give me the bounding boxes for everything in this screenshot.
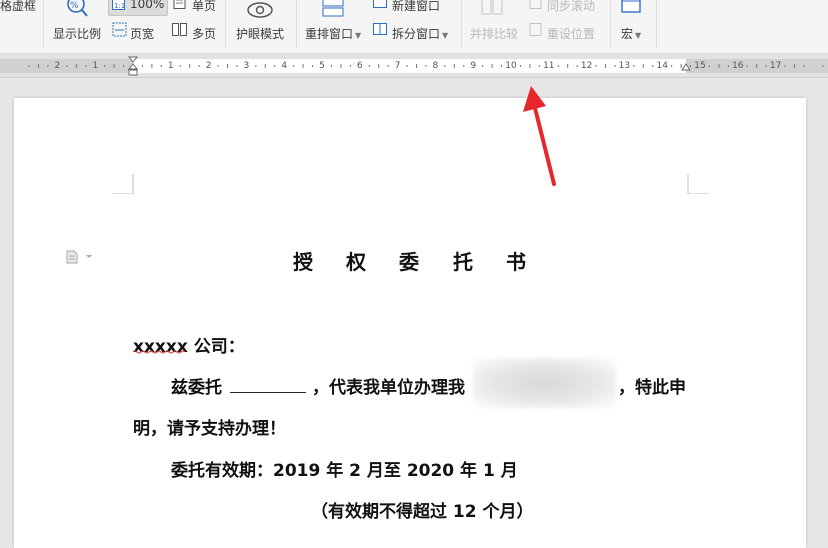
delegate-blank[interactable] — [230, 378, 306, 393]
grid-frame-label[interactable]: 格虚框 — [0, 0, 36, 14]
new-window-button[interactable]: 新建窗口 — [392, 0, 440, 14]
rearrange-window-button[interactable]: 重排窗口 ▼ — [305, 25, 361, 42]
reset-position-button[interactable]: 重设位置 — [547, 25, 595, 42]
zoom-100-icon: 1:1 — [112, 0, 125, 10]
ruler-tick-label: 2 — [206, 61, 212, 71]
toolbar-separator — [43, 0, 44, 48]
toolbar-separator — [656, 0, 657, 48]
company-name-placeholder: xxxxx — [133, 337, 188, 357]
ruler-tick-label: 15 — [694, 61, 705, 71]
sync-scroll-icon — [529, 0, 542, 9]
ruler-tick-label: 17 — [770, 61, 781, 71]
split-window-label: 拆分窗口 — [392, 27, 441, 41]
rearrange-window-icon — [322, 0, 344, 17]
side-by-side-icon — [481, 0, 503, 15]
paragraph-layout-icon[interactable] — [66, 250, 94, 264]
single-page-icon — [173, 0, 186, 9]
svg-text:%: % — [70, 1, 79, 11]
ruler-tick-label: 16 — [732, 61, 744, 71]
sync-scroll-button[interactable]: 同步滚动 — [547, 0, 595, 14]
title-char: 授 — [293, 250, 313, 274]
red-arrow-annotation — [523, 86, 556, 186]
new-window-icon — [373, 0, 387, 8]
right-indent-marker[interactable] — [681, 62, 692, 72]
ruler-tick-label: 7 — [395, 61, 401, 71]
ruler-tick-label: 3 — [244, 61, 250, 71]
body-line-1: 兹委托 ，代表我单位办理我 — [171, 373, 465, 398]
margin-corner-top-right — [687, 174, 709, 194]
eye-care-icon[interactable] — [245, 0, 275, 20]
ruler-tick-label: 1 — [92, 61, 98, 71]
body-line-1-c: ，特此申 — [618, 378, 686, 398]
single-page-button[interactable]: 单页 — [192, 0, 216, 14]
ruler-tick-label: 12 — [581, 61, 592, 71]
svg-text:1:1: 1:1 — [114, 2, 125, 10]
rearrange-window-label: 重排窗口 — [305, 27, 354, 41]
spellcheck-squiggle — [133, 350, 186, 354]
macro-button[interactable]: 宏 ▼ — [621, 25, 641, 42]
body-line-1-a: 兹委托 — [171, 378, 222, 398]
toolbar-separator — [225, 0, 226, 48]
chevron-down-icon: ▼ — [442, 31, 449, 40]
page-width-icon — [112, 22, 127, 37]
redacted-region — [473, 358, 616, 408]
macro-label: 宏 — [621, 27, 634, 41]
body-line-1-b: ，代表我单位办理我 — [312, 378, 465, 398]
toolbar-separator — [296, 0, 297, 48]
ruler-tick-label: 8 — [433, 61, 439, 71]
multi-page-button[interactable]: 多页 — [192, 25, 216, 42]
ruler-tick-label: 10 — [505, 61, 517, 71]
display-ratio-button[interactable]: 显示比例 — [53, 25, 101, 42]
first-line-indent-marker[interactable] — [128, 56, 139, 78]
chevron-down-icon: ▼ — [355, 31, 362, 40]
split-window-button[interactable]: 拆分窗口 ▼ — [392, 25, 448, 42]
reset-position-icon — [529, 23, 542, 36]
title-char: 书 — [506, 250, 526, 274]
margin-corner-top-left — [112, 174, 134, 194]
title-char: 委 — [399, 250, 419, 274]
chevron-down-icon: ▼ — [635, 31, 642, 40]
ruler-tick-label: 4 — [281, 61, 287, 71]
side-by-side-button[interactable]: 并排比较 — [470, 25, 518, 42]
split-window-icon — [373, 23, 387, 35]
multi-page-icon — [172, 23, 187, 36]
ruler-tick-label: 9 — [470, 61, 476, 71]
toolbar-separator — [610, 0, 611, 48]
ruler-tick-label: 5 — [319, 61, 325, 71]
title-char: 权 — [346, 250, 366, 274]
body-line-2: 明，请予支持办理！ — [133, 419, 286, 439]
view-ribbon-toolbar: 格虚框 % 显示比例 1:1 100% 页宽 单页 多页 护眼模式 重排窗口▼ — [0, 0, 828, 54]
validity-note: （有效期不得超过 12 个月） — [311, 502, 534, 522]
eye-care-button[interactable]: 护眼模式 — [236, 25, 284, 42]
salutation-suffix: 公司： — [187, 337, 245, 357]
ruler-tick-label: 1 — [168, 61, 174, 71]
page-width-button[interactable]: 页宽 — [130, 25, 154, 42]
ruler-ticks: 2 1 1 2 3 4 5 6 7 8 9 10 11 12 13 14 15 16 17 — [28, 61, 824, 71]
title-char: 托 — [453, 250, 473, 274]
zoom-ratio-icon[interactable]: % — [64, 0, 90, 18]
zoom-100-label: 100% — [130, 0, 165, 11]
ruler-tick-label: 13 — [619, 61, 630, 71]
ruler-tick-label: 6 — [357, 61, 363, 71]
macro-icon — [621, 0, 641, 13]
ruler-tick-label: 11 — [543, 61, 554, 71]
toolbar-separator — [461, 0, 462, 48]
ruler-tick-label: 2 — [55, 61, 61, 71]
horizontal-ruler[interactable]: 2 1 1 2 3 4 5 6 7 8 9 10 11 12 13 14 15 16 17 — [0, 54, 828, 78]
validity-line: 委托有效期：2019 年 2 月至 2020 年 1 月 — [171, 461, 518, 481]
ruler-tick-label: 14 — [656, 61, 668, 71]
